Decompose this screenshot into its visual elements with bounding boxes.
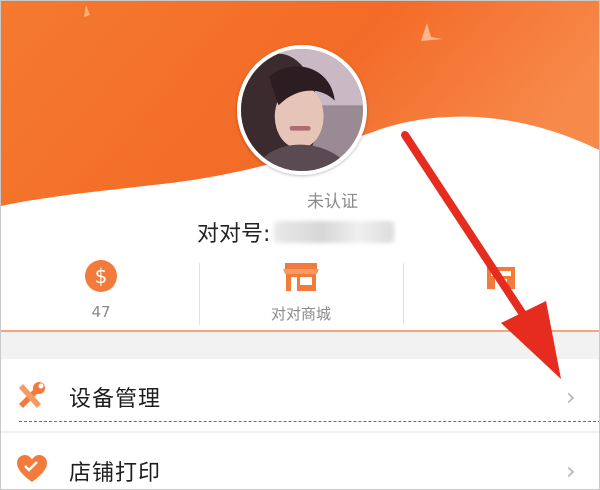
store-icon <box>487 267 515 289</box>
account-label: 对对号: <box>197 222 271 247</box>
stat-store[interactable] <box>401 251 599 329</box>
stat-shop-label: 对对商城 <box>270 305 331 323</box>
shop-icon <box>283 263 319 291</box>
svg-text:$: $ <box>95 264 108 288</box>
section-gap <box>1 332 599 359</box>
row-divider <box>19 421 599 422</box>
stat-coins-label: 47 <box>91 303 111 321</box>
stat-divider <box>199 263 200 325</box>
menu-item-label: 店铺打印 <box>69 461 162 486</box>
menu-item-label: 设备管理 <box>69 387 162 412</box>
tools-icon <box>19 382 45 408</box>
heart-icon <box>17 455 47 482</box>
coin-icon: $ <box>85 260 117 292</box>
profile-screen: 未认证 对对号: $ 47 对对商城 设备管理 › 店铺打印 › <box>0 0 600 490</box>
stat-shop[interactable]: 对对商城 <box>201 251 401 329</box>
account-id-redacted <box>274 221 395 243</box>
menu-item-store-print[interactable]: 店铺打印 › <box>1 433 599 489</box>
stats-row: $ 47 对对商城 <box>1 251 599 329</box>
avatar[interactable] <box>237 45 367 175</box>
chevron-right-icon: › <box>566 457 576 485</box>
account-id: 对对号: <box>197 216 395 248</box>
verify-status: 未认证 <box>307 192 358 212</box>
chevron-right-icon: › <box>566 383 576 411</box>
stat-divider <box>403 263 404 325</box>
stat-coins[interactable]: $ 47 <box>1 251 201 329</box>
